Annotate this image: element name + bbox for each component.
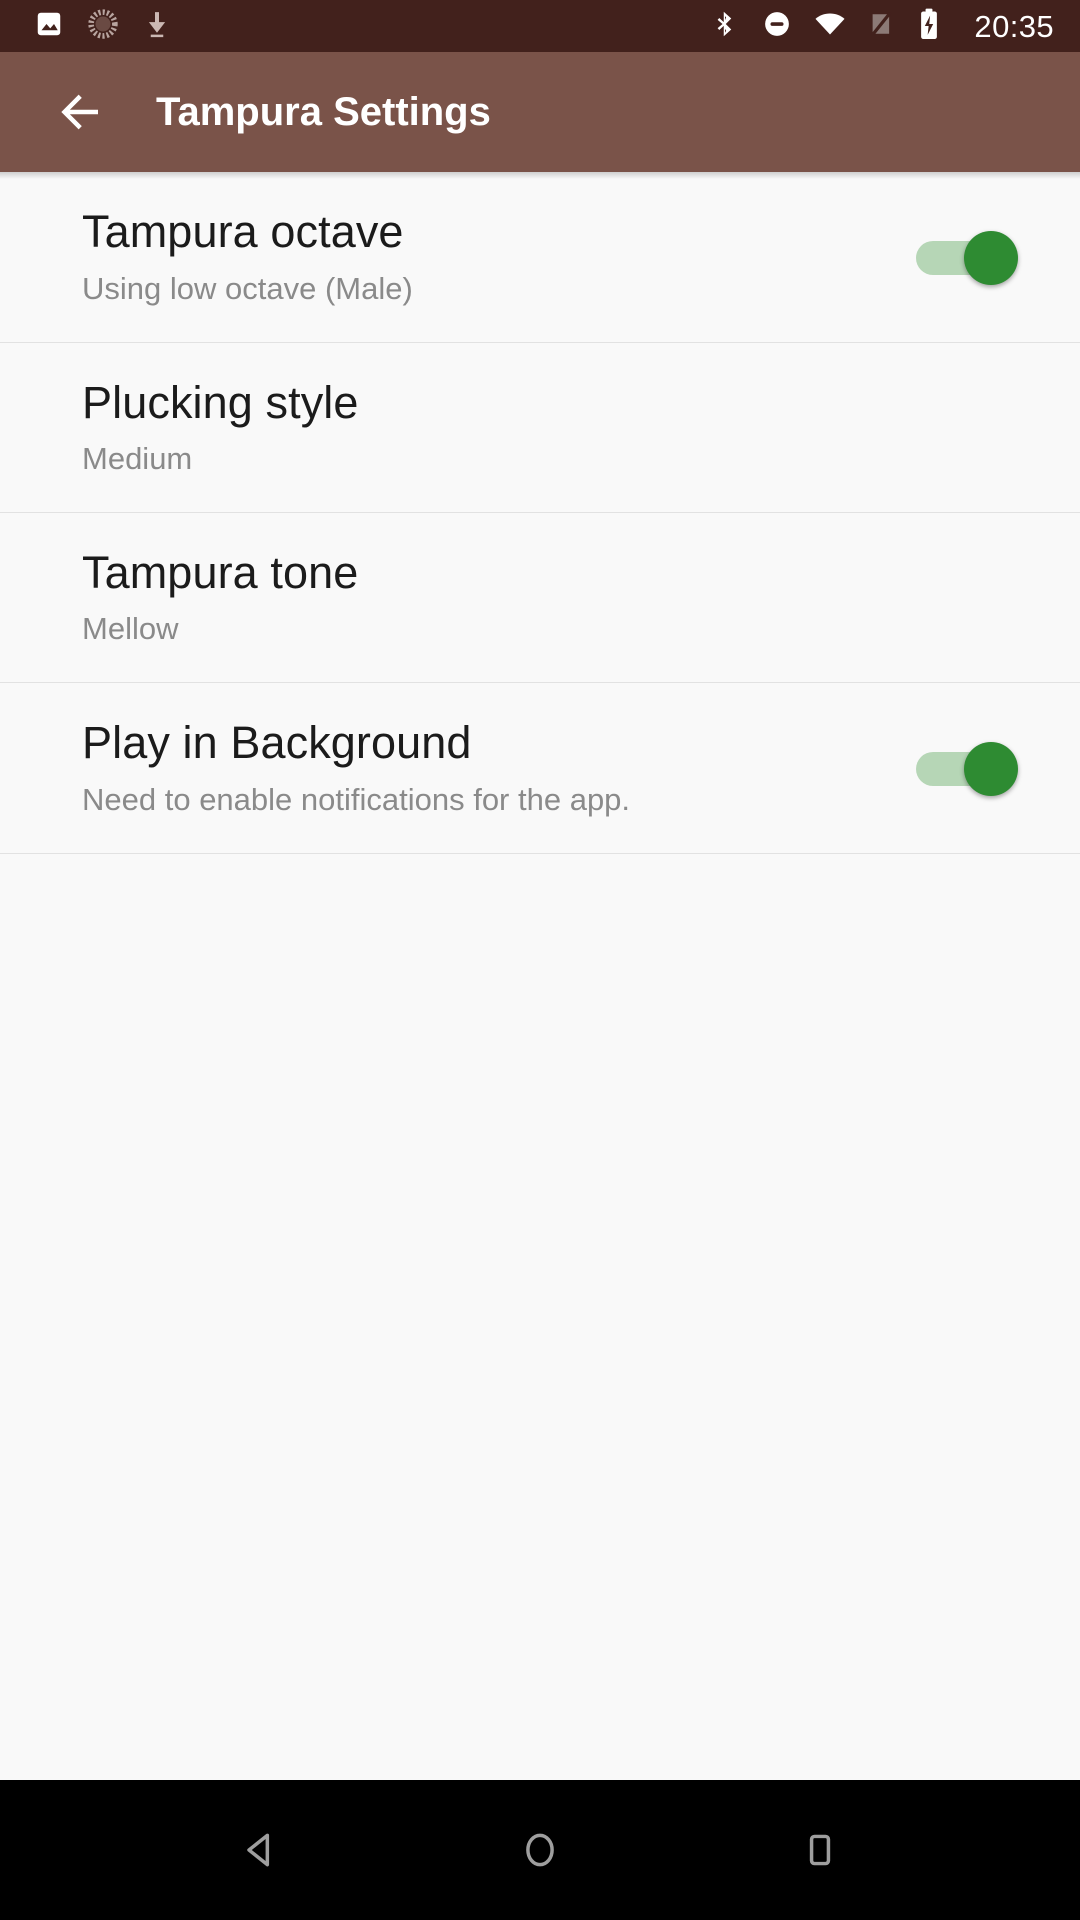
- no-sim-icon: [868, 9, 896, 44]
- preference-text: Tampura tone Mellow: [82, 549, 1040, 646]
- preference-title: Tampura tone: [82, 546, 359, 598]
- preference-title: Plucking style: [82, 376, 359, 428]
- battery-charging-icon: [918, 8, 940, 45]
- toggle-thumb: [964, 231, 1018, 285]
- toggle-play-in-background[interactable]: [916, 736, 1028, 800]
- preference-text: Plucking style Medium: [82, 379, 1040, 476]
- preference-summary: Need to enable notifications for the app…: [82, 781, 631, 817]
- preference-summary: Medium: [82, 441, 193, 477]
- preference-text: Play in Background Need to enable notifi…: [82, 719, 916, 816]
- wifi-icon: [814, 9, 846, 44]
- toggle-thumb: [964, 742, 1018, 796]
- phone-screen: 20:35 Tampura Settings Tampura octave Us…: [0, 0, 1080, 1920]
- download-icon: [142, 9, 172, 44]
- status-bar-notification-icons: [34, 8, 172, 44]
- preference-title: Tampura octave: [82, 206, 404, 258]
- sync-spinner-icon: [88, 8, 118, 44]
- back-button[interactable]: [48, 80, 112, 144]
- square-recents-icon: [809, 1834, 831, 1866]
- bluetooth-icon: [710, 9, 740, 44]
- toggle-tampura-octave[interactable]: [916, 225, 1028, 289]
- page-title: Tampura Settings: [156, 89, 491, 134]
- status-bar-clock: 20:35: [974, 8, 1054, 44]
- nav-recents-button[interactable]: [760, 1800, 880, 1900]
- preference-title: Play in Background: [82, 717, 472, 769]
- nav-home-button[interactable]: [480, 1800, 600, 1900]
- triangle-back-icon: [247, 1833, 270, 1867]
- do-not-disturb-icon: [762, 9, 792, 44]
- circle-home-icon: [526, 1833, 554, 1867]
- preference-row-plucking-style[interactable]: Plucking style Medium: [0, 343, 1080, 513]
- arrow-back-icon: [61, 94, 98, 130]
- preference-row-play-in-background[interactable]: Play in Background Need to enable notifi…: [0, 683, 1080, 854]
- nav-back-button[interactable]: [200, 1800, 320, 1900]
- preference-row-tampura-octave[interactable]: Tampura octave Using low octave (Male): [0, 172, 1080, 343]
- status-bar-system-icons: 20:35: [710, 8, 1054, 45]
- navigation-bar: [0, 1780, 1080, 1920]
- photo-icon: [34, 9, 64, 44]
- app-bar: Tampura Settings: [0, 52, 1080, 172]
- preference-row-tampura-tone[interactable]: Tampura tone Mellow: [0, 513, 1080, 683]
- preference-summary: Using low octave (Male): [82, 270, 413, 306]
- preference-summary: Mellow: [82, 611, 179, 647]
- preference-text: Tampura octave Using low octave (Male): [82, 208, 916, 305]
- status-bar: 20:35: [0, 0, 1080, 52]
- settings-list: Tampura octave Using low octave (Male) P…: [0, 172, 1080, 1780]
